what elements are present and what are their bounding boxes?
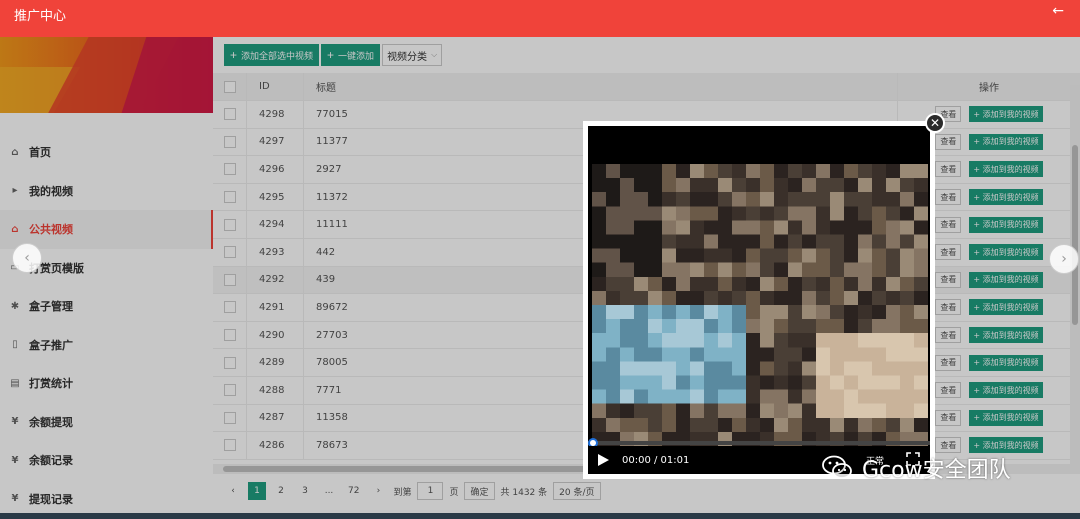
close-icon[interactable]: ✕ (925, 113, 945, 133)
time-display: 00:00 / 01:01 (622, 454, 690, 466)
os-taskbar (0, 513, 1080, 519)
top-bar: 推广中心 ← (0, 0, 1080, 37)
chevron-right-icon[interactable]: › (1049, 244, 1079, 274)
chevron-left-icon[interactable]: ‹ (12, 243, 42, 273)
play-icon[interactable] (596, 453, 610, 467)
watermark: Gcow安全团队 (822, 452, 1011, 484)
video-frame (592, 164, 928, 446)
video-player[interactable]: 00:00 / 01:01 正常 (588, 126, 930, 474)
app-title: 推广中心 (14, 9, 67, 24)
wechat-icon (822, 455, 852, 479)
watermark-text: Gcow安全团队 (862, 458, 1011, 483)
progress-bar[interactable] (588, 438, 930, 448)
arrow-left-icon[interactable]: ← (1052, 3, 1064, 19)
video-modal: 00:00 / 01:01 正常 (583, 121, 935, 479)
